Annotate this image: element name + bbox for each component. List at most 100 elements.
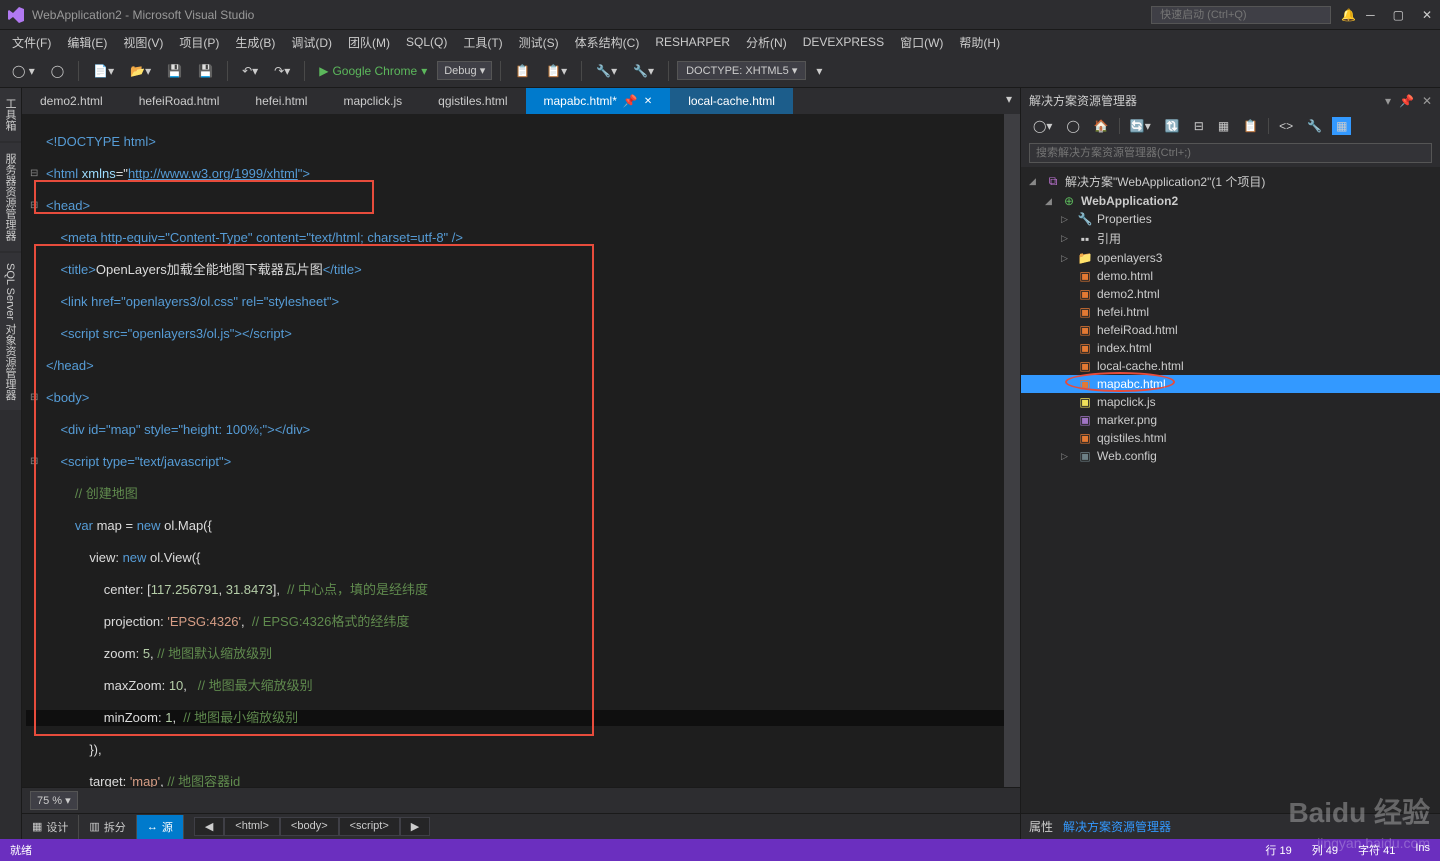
tab-qgistiles[interactable]: qgistiles.html: [420, 88, 525, 114]
openlayers-folder[interactable]: ▷📁openlayers3: [1021, 249, 1440, 267]
pin-icon[interactable]: 📌: [623, 94, 638, 108]
view-tabs: ▦ 设计 ▥ 拆分 ↔ 源 ◀ <html> <body> <script> ▶: [22, 813, 1020, 839]
showall-icon[interactable]: ▦: [1214, 117, 1233, 135]
code-editor[interactable]: <!DOCTYPE html> ⊟<html xmlns="http://www…: [22, 114, 1020, 787]
menu-help[interactable]: 帮助(H): [951, 30, 1008, 55]
close-tab-icon[interactable]: ✕: [644, 96, 652, 107]
file-webconfig[interactable]: ▷▣Web.config: [1021, 447, 1440, 465]
view-design[interactable]: ▦ 设计: [22, 815, 79, 839]
crumb-body[interactable]: <body>: [280, 817, 339, 836]
zoom-select[interactable]: 75 % ▾: [30, 791, 78, 810]
properties-node[interactable]: ▷🔧Properties: [1021, 210, 1440, 228]
sync-icon[interactable]: 🔃: [1161, 117, 1184, 135]
tb-icon-1[interactable]: 📋: [509, 60, 536, 82]
tab-dropdown[interactable]: ▾: [998, 88, 1020, 114]
save-all-button[interactable]: 💾: [192, 60, 219, 82]
menu-debug[interactable]: 调试(D): [283, 30, 340, 55]
menu-build[interactable]: 生成(B): [227, 30, 283, 55]
minimize-button[interactable]: ─: [1366, 8, 1375, 22]
config-select[interactable]: Debug ▾: [437, 61, 492, 80]
panel-dropdown-icon[interactable]: ▾: [1385, 94, 1391, 108]
explorer-search-input[interactable]: [1029, 143, 1432, 163]
menu-team[interactable]: 团队(M): [340, 30, 398, 55]
tab-hefei[interactable]: hefei.html: [237, 88, 325, 114]
view-source[interactable]: ↔ 源: [137, 815, 184, 839]
file-mapabc[interactable]: ▣mapabc.html: [1021, 375, 1440, 393]
file-demo[interactable]: ▣demo.html: [1021, 267, 1440, 285]
tb-icon-2[interactable]: 📋▾: [540, 60, 573, 82]
quick-launch-input[interactable]: [1151, 6, 1331, 24]
vertical-scrollbar[interactable]: [1004, 114, 1020, 787]
properties-icon[interactable]: 📋: [1239, 117, 1262, 135]
sql-object-explorer-tab[interactable]: SQL Server 对象资源管理器: [0, 253, 21, 410]
refresh-icon[interactable]: 🔄▾: [1126, 117, 1155, 135]
wrench-icon[interactable]: 🔧: [1303, 117, 1326, 135]
file-mapclick[interactable]: ▣mapclick.js: [1021, 393, 1440, 411]
notification-icon[interactable]: 🔔: [1341, 8, 1356, 22]
file-marker[interactable]: ▣marker.png: [1021, 411, 1440, 429]
menu-devexpress[interactable]: DEVEXPRESS: [795, 31, 892, 53]
back-icon[interactable]: ◯: [1062, 117, 1083, 135]
tab-mapclick[interactable]: mapclick.js: [325, 88, 420, 114]
file-demo2[interactable]: ▣demo2.html: [1021, 285, 1440, 303]
view-icon[interactable]: ▦: [1332, 117, 1351, 135]
menu-file[interactable]: 文件(F): [4, 30, 59, 55]
server-explorer-tab[interactable]: 服务器资源管理器: [0, 143, 21, 251]
crumb-script[interactable]: <script>: [339, 817, 400, 836]
solution-tree[interactable]: ◢⧉解决方案"WebApplication2"(1 个项目) ◢⊕WebAppl…: [1021, 167, 1440, 813]
menu-bar: 文件(F) 编辑(E) 视图(V) 项目(P) 生成(B) 调试(D) 团队(M…: [0, 30, 1440, 54]
menu-project[interactable]: 项目(P): [171, 30, 227, 55]
project-node[interactable]: ◢⊕WebApplication2: [1021, 192, 1440, 210]
nav-back-button[interactable]: ◯ ▾: [6, 60, 41, 82]
start-debug-button[interactable]: ▶ Google Chrome ▾: [313, 60, 433, 82]
editor-area: demo2.html hefeiRoad.html hefei.html map…: [22, 88, 1020, 839]
nav-fwd-button[interactable]: ◯: [45, 60, 70, 82]
tb-icon-4[interactable]: 🔧▾: [627, 60, 660, 82]
file-hefei[interactable]: ▣hefei.html: [1021, 303, 1440, 321]
open-button[interactable]: 📂▾: [124, 60, 157, 82]
home-icon[interactable]: ◯▾: [1029, 117, 1056, 135]
file-hefeiroad[interactable]: ▣hefeiRoad.html: [1021, 321, 1440, 339]
menu-resharper[interactable]: RESHARPER: [647, 31, 738, 53]
crumb-nav-right[interactable]: ▶: [400, 817, 430, 836]
new-project-button[interactable]: 📄▾: [87, 60, 120, 82]
file-localcache[interactable]: ▣local-cache.html: [1021, 357, 1440, 375]
menu-architecture[interactable]: 体系结构(C): [567, 30, 648, 55]
status-ins: Ins: [1415, 842, 1430, 858]
solution-node[interactable]: ◢⧉解决方案"WebApplication2"(1 个项目): [1021, 171, 1440, 192]
menu-tools[interactable]: 工具(T): [455, 30, 510, 55]
menu-view[interactable]: 视图(V): [115, 30, 171, 55]
tb-icon-5[interactable]: ▾: [810, 60, 828, 82]
doctype-select[interactable]: DOCTYPE: XHTML5 ▾: [677, 61, 806, 80]
menu-edit[interactable]: 编辑(E): [59, 30, 115, 55]
save-button[interactable]: 💾: [161, 60, 188, 82]
menu-sql[interactable]: SQL(Q): [398, 31, 455, 53]
panel-pin-icon[interactable]: 📌: [1399, 94, 1414, 108]
code-icon[interactable]: <>: [1275, 117, 1297, 135]
maximize-button[interactable]: ▢: [1393, 8, 1404, 22]
menu-test[interactable]: 测试(S): [511, 30, 567, 55]
redo-button[interactable]: ↷▾: [268, 60, 296, 82]
menu-analyze[interactable]: 分析(N): [738, 30, 795, 55]
close-button[interactable]: ✕: [1422, 8, 1432, 22]
tab-mapabc[interactable]: mapabc.html* 📌 ✕: [526, 88, 671, 114]
menu-window[interactable]: 窗口(W): [892, 30, 951, 55]
toolbox-tab[interactable]: 工具箱: [0, 88, 21, 141]
collapse-icon[interactable]: ⊟: [1190, 117, 1208, 135]
home2-icon[interactable]: 🏠: [1090, 117, 1113, 135]
file-index[interactable]: ▣index.html: [1021, 339, 1440, 357]
tab-hefeiroad[interactable]: hefeiRoad.html: [121, 88, 238, 114]
view-split[interactable]: ▥ 拆分: [79, 815, 136, 839]
status-col: 列 49: [1312, 842, 1338, 858]
references-node[interactable]: ▷▪▪引用: [1021, 228, 1440, 249]
panel-close-icon[interactable]: ✕: [1422, 94, 1432, 108]
file-qgistiles[interactable]: ▣qgistiles.html: [1021, 429, 1440, 447]
tab-demo2[interactable]: demo2.html: [22, 88, 121, 114]
crumb-html[interactable]: <html>: [224, 817, 280, 836]
explorer-toolbar: ◯▾ ◯ 🏠 🔄▾ 🔃 ⊟ ▦ 📋 <> 🔧 ▦: [1021, 113, 1440, 139]
undo-button[interactable]: ↶▾: [236, 60, 264, 82]
tab-localcache[interactable]: local-cache.html: [670, 88, 793, 114]
document-tabs: demo2.html hefeiRoad.html hefei.html map…: [22, 88, 1020, 114]
crumb-nav-left[interactable]: ◀: [194, 817, 224, 836]
tb-icon-3[interactable]: 🔧▾: [590, 60, 623, 82]
